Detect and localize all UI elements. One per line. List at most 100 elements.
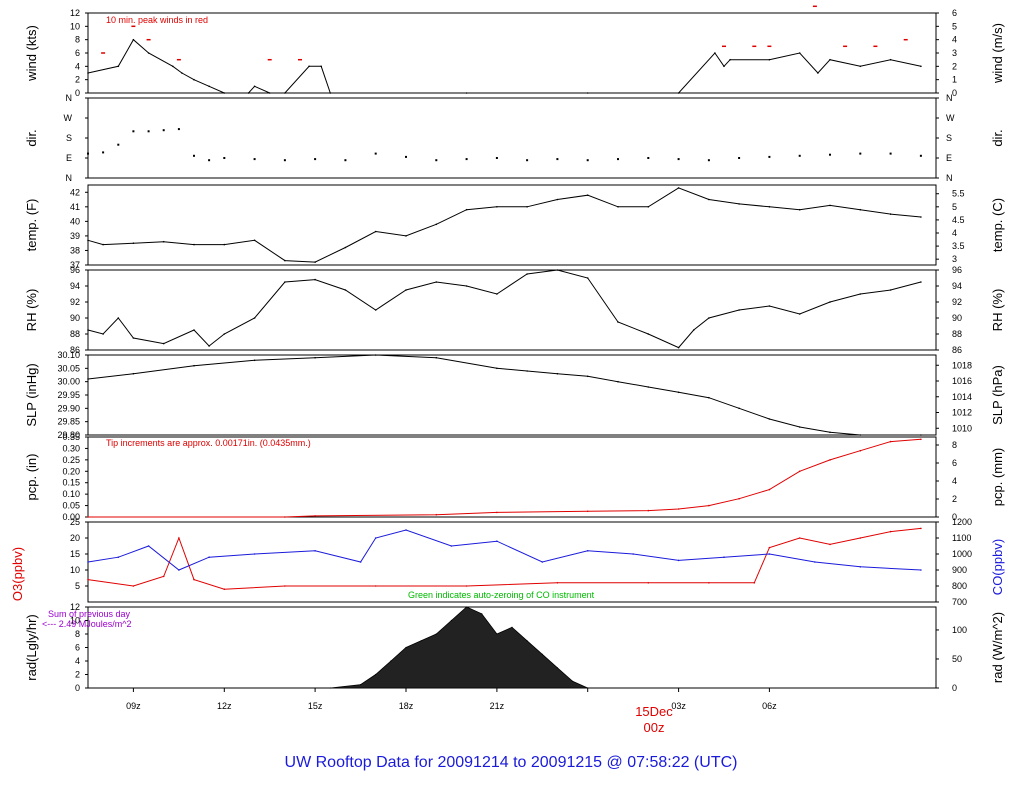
data-point-sea_level_pressure [920, 434, 922, 436]
direction-point [405, 155, 407, 158]
data-point-relative_humidity [526, 273, 528, 275]
data-point-CO [359, 561, 362, 563]
left-tick-value: 5 [75, 581, 80, 591]
data-point-precipitation [647, 509, 650, 512]
left-axis-label-direction: dir. [24, 129, 39, 146]
left-tick-value: 90 [70, 313, 80, 323]
data-point-relative_humidity [920, 281, 922, 283]
series-line-wind [87, 38, 922, 94]
data-point-O3 [920, 527, 922, 530]
data-point-relative_humidity [617, 321, 619, 323]
data-point-O3 [193, 578, 195, 581]
data-point-CO [405, 529, 407, 531]
left-axis-label-sea_level_pressure: SLP (inHg) [24, 363, 39, 426]
left-tick-S: S [66, 133, 72, 143]
data-point-temperature [465, 208, 468, 211]
data-point-relative_humidity [859, 293, 862, 295]
data-point-CO [147, 545, 150, 547]
direction-point [102, 151, 105, 154]
left-tick-value: 0.20 [62, 466, 80, 476]
data-point-relative_humidity [889, 289, 892, 291]
footer-title: UW Rooftop Data for 20091214 to 20091215… [285, 754, 738, 771]
data-point-CO [450, 545, 453, 547]
data-point-sea_level_pressure [677, 391, 680, 394]
data-point-temperature [738, 203, 740, 205]
right-tick-value: 1100 [952, 533, 971, 543]
data-point-wind [284, 92, 286, 94]
left-tick-value: 29.95 [57, 390, 80, 400]
right-axis-label-sea_level_pressure: SLP (hPa) [990, 365, 1005, 425]
left-tick-value: 25 [70, 517, 80, 527]
radiation-point [481, 613, 483, 615]
panel-frame-precipitation [87, 436, 937, 518]
data-point-temperature [829, 204, 831, 207]
data-point-relative_humidity [692, 329, 695, 331]
data-point-CO [117, 556, 120, 558]
panel-sea_level_pressure: SLP (inHg) SLP (hPa)29.8029.8529.9029.953… [24, 350, 1005, 440]
data-point-CO [768, 553, 771, 555]
data-point-sea_level_pressure [132, 372, 135, 375]
radiation-point [435, 633, 437, 635]
series-line-temperature [87, 187, 921, 263]
right-tick-value: 100 [952, 625, 967, 635]
panel-frame-direction [87, 97, 937, 179]
radiation-point [526, 640, 528, 642]
data-point-relative_humidity [284, 281, 286, 283]
data-point-temperature [708, 198, 710, 201]
direction-point [677, 158, 680, 161]
left-tick-value: 0.05 [62, 501, 80, 511]
left-tick-N: N [66, 93, 73, 103]
data-point-temperature [889, 213, 892, 215]
data-point-temperature [586, 194, 589, 196]
data-point-precipitation [435, 513, 438, 516]
left-tick-value: 0 [75, 88, 80, 98]
data-point-relative_humidity [586, 277, 589, 279]
data-point-temperature [496, 206, 498, 208]
data-point-temperature [617, 206, 619, 208]
time-tick-label: 21z [490, 701, 505, 711]
left-tick-value: 92 [70, 297, 80, 307]
series-line-relative_humidity [87, 269, 922, 349]
series-line-precipitation [88, 438, 921, 518]
data-point-O3 [87, 578, 89, 581]
direction-point [526, 159, 529, 162]
right-tick-S: S [946, 133, 952, 143]
data-point-O3 [465, 585, 468, 587]
right-tick-value: 86 [952, 345, 962, 355]
data-point-temperature [556, 198, 559, 201]
data-point-relative_humidity [162, 342, 165, 345]
data-point-O3 [132, 585, 135, 587]
direction-point [283, 159, 286, 162]
right-tick-value: 0 [952, 683, 957, 693]
panel-solar_radiation: rad(Lgly/hr) rad (W/m^2)024681012050100Su… [24, 602, 1005, 693]
data-point-O3 [829, 543, 831, 546]
right-tick-value: 3 [952, 254, 957, 264]
direction-point [707, 159, 710, 162]
data-point-O3 [647, 582, 650, 584]
right-tick-value: 96 [952, 265, 962, 275]
data-point-relative_humidity [677, 346, 680, 349]
data-point-precipitation [798, 470, 801, 473]
right-tick-value: 92 [952, 297, 962, 307]
data-point-sea_level_pressure [374, 354, 377, 356]
data-point-relative_humidity [496, 293, 498, 295]
data-point-CO [541, 561, 544, 563]
data-point-wind [768, 58, 771, 61]
data-point-relative_humidity [768, 305, 771, 307]
data-point-relative_humidity [647, 333, 650, 335]
date-hour-label: 00z [644, 720, 665, 735]
direction-point [738, 157, 741, 159]
data-point-CO [374, 537, 377, 539]
data-point-O3 [859, 537, 862, 539]
data-point-temperature [193, 243, 195, 246]
right-tick-value: 50 [952, 654, 962, 664]
data-point-relative_humidity [556, 269, 559, 271]
data-point-temperature [859, 208, 862, 211]
right-tick-E: E [946, 153, 952, 163]
radiation-point [390, 660, 392, 662]
data-point-O3 [768, 546, 771, 549]
radiation-point [87, 687, 89, 689]
data-point-wind [677, 92, 680, 94]
data-point-wind [147, 52, 150, 54]
data-point-relative_humidity [829, 301, 831, 303]
